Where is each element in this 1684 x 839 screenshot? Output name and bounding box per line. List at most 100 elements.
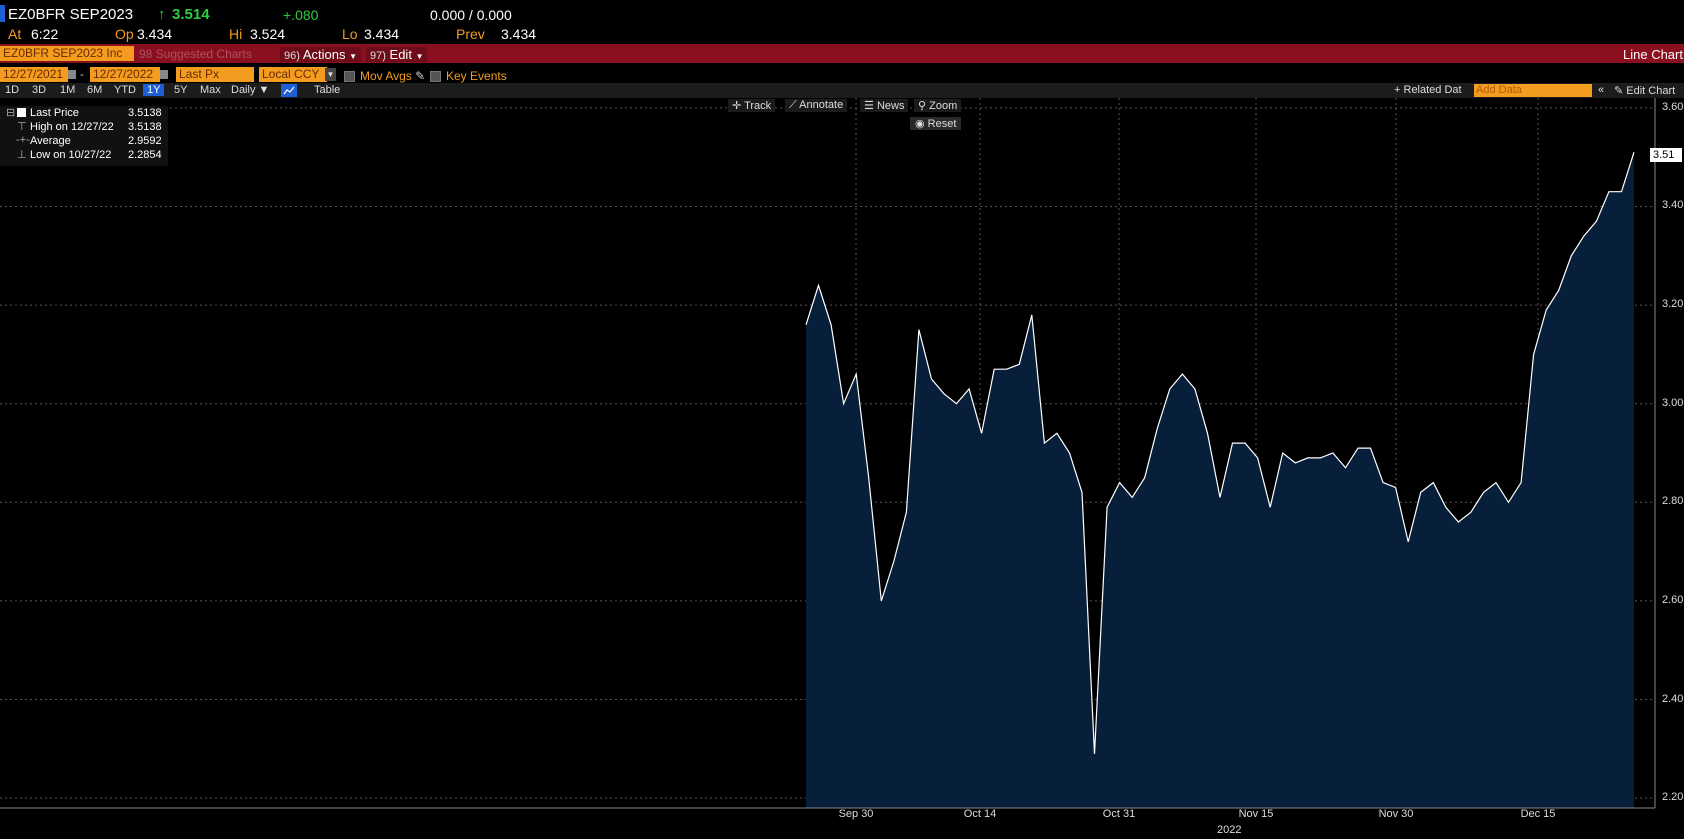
plus-icon: + xyxy=(1394,84,1401,96)
legend-value: 2.9592 xyxy=(128,135,162,147)
checkbox-icon xyxy=(344,71,355,83)
checkbox-icon xyxy=(430,71,441,83)
zoom-label: Zoom xyxy=(929,100,958,112)
currency-selector[interactable]: Local CCY xyxy=(259,67,327,82)
pencil-icon: ⟋ xyxy=(789,99,797,111)
x-year-label: 2022 xyxy=(1217,824,1242,836)
x-tick-label: Dec 15 xyxy=(1520,808,1556,820)
function-toolbar xyxy=(0,44,1684,63)
ticker-label: EZ0BFR SEP2023 xyxy=(8,6,134,23)
low-value: 3.434 xyxy=(364,26,400,42)
start-date-field[interactable]: 12/27/2021 xyxy=(0,67,68,82)
prev-value: 3.434 xyxy=(501,26,537,42)
actions-menu[interactable]: 96) Actions ▼ xyxy=(280,47,361,62)
actions-number: 96) xyxy=(284,50,300,62)
average-marker-icon: -+- xyxy=(16,134,30,146)
mov-avgs-toggle[interactable]: Mov Avgs ✎ xyxy=(344,69,425,83)
price-area xyxy=(806,152,1634,808)
security-field[interactable]: EZ0BFR SEP2023 Inc xyxy=(0,46,134,61)
zoom-tool[interactable]: ⚲ Zoom xyxy=(914,99,962,112)
legend-label: High on 12/27/22 xyxy=(30,121,114,133)
range-6m[interactable]: 6M xyxy=(87,84,102,96)
open-label: Op xyxy=(115,26,134,42)
at-time: 6:22 xyxy=(31,26,59,42)
range-max[interactable]: Max xyxy=(200,84,221,96)
price-change: +.080 xyxy=(283,7,319,23)
caret-down-icon: ▼ xyxy=(415,52,424,61)
line-chart-icon[interactable] xyxy=(281,84,297,97)
high-marker-icon: ⊤ xyxy=(17,121,27,133)
edit-chart-button[interactable]: ✎ Edit Chart xyxy=(1614,84,1675,97)
y-tick-label: 3.20 xyxy=(1662,298,1684,311)
up-arrow-icon: ↑ xyxy=(158,6,166,23)
caret-down-icon: ▼ xyxy=(349,52,357,61)
field-selector[interactable]: Last Px xyxy=(176,67,254,82)
x-tick-label: Oct 31 xyxy=(1102,808,1136,820)
range-5y[interactable]: 5Y xyxy=(174,84,187,96)
calendar-icon[interactable] xyxy=(68,70,76,79)
calendar-icon[interactable] xyxy=(160,70,168,79)
x-tick-label: Sep 30 xyxy=(838,808,874,820)
related-data-button[interactable]: + Related Dat xyxy=(1394,84,1462,96)
news-icon: ☰ xyxy=(864,100,874,112)
range-ytd[interactable]: YTD xyxy=(114,84,136,96)
key-events-toggle[interactable]: Key Events xyxy=(430,69,507,83)
edit-label: Edit xyxy=(389,47,412,62)
range-1m[interactable]: 1M xyxy=(60,84,75,96)
annotate-tool[interactable]: ⟋ Annotate xyxy=(785,99,848,112)
annotate-label: Annotate xyxy=(799,99,844,111)
reset-icon: ◉ xyxy=(915,118,925,130)
track-label: Track xyxy=(744,100,772,112)
pencil-icon: ✎ xyxy=(1614,85,1624,97)
bid-ask: 0.000 / 0.000 xyxy=(430,7,512,23)
legend-value: 3.5138 xyxy=(128,121,162,133)
suggested-charts-button[interactable]: 98 Suggested Charts xyxy=(139,47,252,61)
chevron-down-icon[interactable]: ▼ xyxy=(325,68,336,81)
legend-label: Average xyxy=(30,135,71,147)
edit-menu[interactable]: 97) Edit ▼ xyxy=(366,47,428,62)
y-tick-label: 2.60 xyxy=(1662,593,1684,606)
mov-avgs-label: Mov Avgs xyxy=(360,69,412,83)
magnifier-icon: ⚲ xyxy=(918,100,927,112)
edit-number: 97) xyxy=(370,50,386,62)
y-tick-label: 3.40 xyxy=(1662,199,1684,212)
track-tool[interactable]: ✛ Track xyxy=(728,99,776,112)
pencil-icon[interactable]: ✎ xyxy=(415,69,425,83)
news-tool[interactable]: ☰ News xyxy=(860,99,909,112)
range-1d[interactable]: 1D xyxy=(5,84,19,96)
last-price: 3.514 xyxy=(172,6,210,23)
end-date-field[interactable]: 12/27/2022 xyxy=(90,67,160,82)
legend-collapse-icon[interactable]: ⊟ xyxy=(6,106,15,119)
collapse-icon[interactable]: « xyxy=(1598,84,1604,96)
low-marker-icon: ⊥ xyxy=(17,149,27,161)
y-tick-label: 3.60 xyxy=(1662,100,1684,113)
last-value-tag: 3.51 xyxy=(1650,148,1682,162)
y-tick-label: 2.80 xyxy=(1662,495,1684,508)
reset-label: Reset xyxy=(927,118,957,130)
range-1y[interactable]: 1Y xyxy=(143,84,165,96)
legend-swatch xyxy=(17,108,26,117)
high-label: Hi xyxy=(229,26,243,42)
frequency-selector[interactable]: Daily ▼ xyxy=(231,84,269,96)
range-3d[interactable]: 3D xyxy=(32,84,46,96)
add-data-input[interactable]: Add Data xyxy=(1474,84,1592,97)
caret-down-icon: ▼ xyxy=(258,84,270,96)
news-label: News xyxy=(876,100,905,112)
chart-type-title: Line Chart xyxy=(1623,47,1683,62)
legend-label: Low on 10/27/22 xyxy=(30,149,112,161)
price-chart[interactable] xyxy=(0,98,1684,839)
prev-label: Prev xyxy=(456,26,485,42)
y-tick-label: 2.40 xyxy=(1662,692,1684,705)
legend-label: Last Price xyxy=(30,107,79,119)
edit-chart-label: Edit Chart xyxy=(1626,85,1676,97)
line-chart-glyph xyxy=(283,86,295,95)
table-button[interactable]: Table xyxy=(314,84,340,96)
x-tick-label: Oct 14 xyxy=(963,808,997,820)
reset-button[interactable]: ◉ Reset xyxy=(910,117,962,130)
date-separator: - xyxy=(80,67,84,81)
low-label: Lo xyxy=(342,26,358,42)
frequency-label: Daily xyxy=(231,84,256,96)
crosshair-icon: ✛ xyxy=(732,100,742,112)
y-tick-label: 2.20 xyxy=(1662,791,1684,804)
open-value: 3.434 xyxy=(137,26,173,42)
